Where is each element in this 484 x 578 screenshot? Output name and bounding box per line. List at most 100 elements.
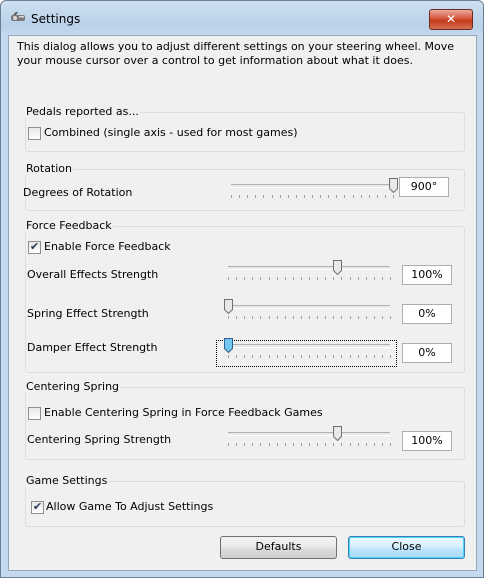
slider-tick bbox=[325, 277, 326, 280]
slider-tick bbox=[236, 443, 237, 446]
slider-tick bbox=[385, 195, 386, 198]
slider-tick bbox=[228, 355, 229, 358]
slider-tick bbox=[312, 195, 313, 198]
slider-tick bbox=[236, 316, 237, 319]
close-icon: ✕ bbox=[445, 12, 457, 26]
slider-tick bbox=[285, 355, 286, 358]
slider-track bbox=[228, 266, 390, 270]
slider-tick bbox=[269, 316, 270, 319]
slider-tick bbox=[260, 316, 261, 319]
slider-tick bbox=[374, 355, 375, 358]
slider-thumb[interactable] bbox=[333, 260, 342, 275]
slider-tick bbox=[317, 355, 318, 358]
allow-game-adjust-label[interactable]: Allow Game To Adjust Settings bbox=[46, 500, 213, 513]
slider-tick bbox=[244, 443, 245, 446]
defaults-button[interactable]: Defaults bbox=[220, 536, 337, 559]
slider-tick bbox=[272, 195, 273, 198]
spring-strength-slider[interactable] bbox=[224, 299, 394, 327]
slider-tick bbox=[269, 355, 270, 358]
slider-tick bbox=[341, 277, 342, 280]
slider-tick bbox=[293, 443, 294, 446]
defaults-button-label: Defaults bbox=[255, 540, 302, 553]
title-bar[interactable]: Settings ✕ bbox=[1, 1, 483, 35]
slider-track bbox=[228, 344, 390, 348]
slider-tick bbox=[336, 195, 337, 198]
slider-track bbox=[228, 305, 390, 309]
slider-tick bbox=[374, 443, 375, 446]
close-button[interactable]: Close bbox=[348, 536, 465, 559]
slider-tick bbox=[366, 443, 367, 446]
slider-tick bbox=[301, 316, 302, 319]
slider-tick bbox=[320, 195, 321, 198]
settings-window: Settings ✕ This dialog allows you to adj… bbox=[0, 0, 484, 578]
centering-spring-group-label: Centering Spring bbox=[25, 380, 121, 393]
slider-tick bbox=[285, 277, 286, 280]
slider-tick bbox=[255, 195, 256, 198]
slider-tick bbox=[252, 277, 253, 280]
close-window-button[interactable]: ✕ bbox=[429, 9, 473, 30]
slider-tick bbox=[317, 443, 318, 446]
slider-tick bbox=[228, 277, 229, 280]
slider-tick bbox=[374, 316, 375, 319]
slider-tick bbox=[317, 277, 318, 280]
slider-tick bbox=[366, 355, 367, 358]
damper-strength-slider[interactable] bbox=[224, 338, 394, 366]
slider-tick bbox=[296, 195, 297, 198]
window-title: Settings bbox=[31, 12, 81, 26]
slider-tick bbox=[350, 355, 351, 358]
slider-tick bbox=[269, 277, 270, 280]
slider-tick bbox=[350, 443, 351, 446]
slider-tick bbox=[293, 277, 294, 280]
slider-thumb[interactable] bbox=[224, 338, 233, 353]
combined-label[interactable]: Combined (single axis - used for most ga… bbox=[44, 126, 298, 139]
slider-tick bbox=[382, 277, 383, 280]
slider-tick bbox=[228, 316, 229, 319]
slider-tick bbox=[382, 316, 383, 319]
slider-tick bbox=[252, 316, 253, 319]
degrees-slider[interactable] bbox=[227, 178, 398, 206]
rotation-group-label: Rotation bbox=[25, 162, 74, 175]
slider-tick bbox=[277, 443, 278, 446]
slider-tick bbox=[260, 277, 261, 280]
game-settings-group-label: Game Settings bbox=[25, 474, 109, 487]
slider-track bbox=[231, 184, 393, 188]
slider-thumb[interactable] bbox=[224, 299, 233, 314]
intro-text: This dialog allows you to adjust differe… bbox=[17, 40, 455, 67]
slider-tick bbox=[260, 443, 261, 446]
degrees-value: 900° bbox=[399, 177, 449, 197]
slider-tick bbox=[350, 316, 351, 319]
allow-game-adjust-checkbox[interactable]: ✔ bbox=[31, 500, 44, 514]
slider-tick bbox=[390, 443, 391, 446]
slider-tick bbox=[382, 443, 383, 446]
slider-tick bbox=[350, 277, 351, 280]
slider-tick bbox=[236, 355, 237, 358]
slider-tick bbox=[390, 355, 391, 358]
combined-checkbox[interactable] bbox=[28, 127, 41, 140]
slider-tick bbox=[304, 195, 305, 198]
slider-tick bbox=[333, 443, 334, 446]
slider-tick bbox=[333, 316, 334, 319]
enable-force-feedback-label[interactable]: Enable Force Feedback bbox=[44, 240, 171, 253]
slider-tick bbox=[293, 355, 294, 358]
slider-tick bbox=[301, 277, 302, 280]
slider-tick bbox=[333, 355, 334, 358]
overall-strength-slider[interactable] bbox=[224, 260, 394, 288]
slider-tick bbox=[390, 277, 391, 280]
slider-tick bbox=[231, 195, 232, 198]
slider-tick bbox=[325, 316, 326, 319]
slider-tick bbox=[374, 277, 375, 280]
enable-force-feedback-checkbox[interactable]: ✔ bbox=[28, 240, 41, 254]
spring-strength-label: Spring Effect Strength bbox=[27, 307, 149, 320]
degrees-label: Degrees of Rotation bbox=[23, 186, 133, 199]
slider-tick bbox=[309, 316, 310, 319]
slider-tick bbox=[288, 195, 289, 198]
slider-tick bbox=[333, 277, 334, 280]
slider-thumb[interactable] bbox=[333, 426, 342, 441]
enable-centering-checkbox[interactable] bbox=[28, 407, 41, 420]
slider-tick bbox=[361, 195, 362, 198]
slider-tick bbox=[277, 355, 278, 358]
overall-strength-label: Overall Effects Strength bbox=[27, 268, 159, 281]
enable-centering-label[interactable]: Enable Centering Spring in Force Feedbac… bbox=[44, 406, 323, 419]
slider-thumb[interactable] bbox=[389, 178, 398, 193]
centering-strength-slider[interactable] bbox=[224, 426, 394, 454]
